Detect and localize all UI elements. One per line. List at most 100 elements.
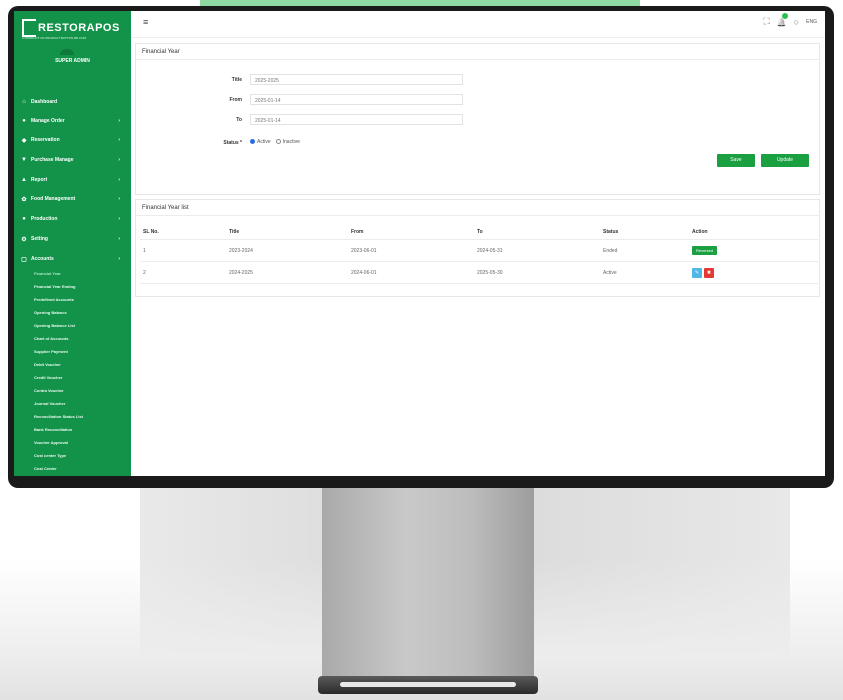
monitor-frame: RESTORAPOS A PRODUCT OF PRODUCT BUTTON B… — [8, 6, 834, 488]
user-icon[interactable]: ○ — [794, 17, 799, 27]
cell-title: 2023-2024 — [226, 239, 348, 262]
food-icon: ✿ — [21, 196, 27, 203]
cell-from: 2023-06-01 — [348, 239, 474, 262]
status-inactive-option[interactable]: Inactive — [275, 139, 300, 145]
monitor-stand — [322, 488, 534, 678]
language-selector[interactable]: ENG — [806, 19, 817, 25]
sidebar-subitem-opening-balance[interactable]: Opening Balance — [34, 310, 67, 315]
sidebar-item-report[interactable]: ▲ Report › — [20, 174, 126, 186]
cell-action: ✎ ✖ — [689, 261, 818, 284]
sidebar-subitem-financial-year-ending[interactable]: Financial Year Ending — [34, 284, 76, 289]
sidebar-item-label: Production — [31, 216, 58, 222]
radio-checked-icon — [250, 139, 255, 145]
monitor-base — [318, 676, 538, 694]
column-header-sl: SL No. — [140, 224, 226, 240]
chevron-right-icon: › — [118, 157, 120, 163]
notification-bell[interactable]: 🔔 — [776, 12, 788, 27]
sidebar-subitem-credit-voucher[interactable]: Credit Voucher — [34, 375, 62, 380]
sidebar-item-manage-order[interactable]: ● Manage Order › — [20, 115, 126, 127]
sidebar-subitem-journal-voucher[interactable]: Journal Voucher — [34, 401, 65, 406]
top-icons: ⛶ 🔔 ○ ENG — [763, 12, 817, 27]
title-label: Title — [231, 77, 242, 83]
cell-status: Ended — [600, 239, 689, 262]
cell-title: 2024-2025 — [226, 261, 348, 284]
financial-year-table: SL No. Title From To Status Action 1 202… — [140, 224, 818, 284]
cell-to: 2024-05-31 — [474, 239, 600, 262]
gear-icon: ⚙ — [21, 236, 27, 243]
chevron-right-icon: › — [118, 177, 120, 183]
sidebar-item-food-management[interactable]: ✿ Food Management › — [20, 193, 126, 205]
to-date-input[interactable]: 2025-01-14 — [250, 114, 463, 125]
logo-mark — [22, 19, 36, 37]
sidebar-subitem-reconciliation-status-list[interactable]: Reconciliation Status List — [34, 414, 83, 419]
production-icon: ● — [22, 216, 26, 222]
logo-text: RESTORAPOS — [38, 22, 120, 34]
reservation-icon: ◆ — [21, 137, 27, 144]
sidebar-item-accounts[interactable]: ▢ Accounts › — [20, 253, 126, 265]
status-label: Status * — [223, 140, 242, 146]
reversed-button[interactable]: Reversed — [692, 246, 718, 255]
sidebar-subitem-supplier-payment[interactable]: Supplier Payment — [34, 349, 68, 354]
sidebar-subitem-cost-center[interactable]: Cost Center — [34, 466, 57, 471]
chart-icon: ▲ — [21, 177, 27, 183]
top-bar: ≡ ⛶ 🔔 ○ ENG — [131, 11, 825, 38]
sidebar-subitem-opening-balance-list[interactable]: Opening Balance List — [34, 323, 75, 328]
sidebar-subitem-voucher-approval[interactable]: Voucher Approval — [34, 440, 68, 445]
column-header-to: To — [474, 224, 600, 240]
sidebar-subitem-financial-year[interactable]: Financial Year — [34, 271, 61, 276]
table-row: 1 2023-2024 2023-06-01 2024-05-31 Ended … — [140, 239, 818, 262]
from-date-input[interactable]: 2025-01-14 — [250, 94, 463, 105]
cell-action: Reversed — [689, 239, 818, 262]
delete-icon[interactable]: ✖ — [704, 267, 714, 278]
list-heading: Financial Year list — [136, 200, 819, 216]
chevron-right-icon: › — [118, 137, 120, 143]
sidebar-subitem-contra-voucher[interactable]: Contra Voucher — [34, 388, 64, 393]
update-button[interactable]: Update — [761, 154, 809, 167]
sidebar-item-label: Accounts — [31, 256, 54, 262]
chevron-right-icon: › — [118, 236, 120, 242]
chevron-down-icon: › — [118, 256, 120, 262]
title-input[interactable]: 2025-2025 — [250, 74, 463, 85]
column-header-title: Title — [226, 224, 348, 240]
status-active-label: Active — [257, 139, 271, 145]
menu-icon[interactable]: ≡ — [143, 17, 148, 27]
order-icon: ● — [22, 118, 26, 124]
status-active-option[interactable]: Active — [250, 139, 271, 145]
sidebar-subitem-cost-center-type[interactable]: Cost center Type — [34, 453, 66, 458]
chevron-right-icon: › — [118, 216, 120, 222]
column-header-status: Status — [600, 224, 689, 240]
cell-to: 2025-05-30 — [474, 261, 600, 284]
sidebar-subitem-chart-of-accounts[interactable]: Chart of Accounts — [34, 336, 69, 341]
sidebar-item-label: Purchase Manage — [31, 157, 74, 163]
sidebar-item-reservation[interactable]: ◆ Reservation › — [20, 134, 126, 146]
sidebar-item-label: Setting — [31, 236, 48, 242]
fullscreen-icon[interactable]: ⛶ — [763, 16, 769, 27]
notification-dot — [781, 12, 788, 19]
home-icon: ⌂ — [22, 99, 26, 105]
sidebar-item-dashboard[interactable]: ⌂ Dashboard — [20, 96, 126, 108]
sidebar: RESTORAPOS A PRODUCT OF PRODUCT BUTTON B… — [14, 11, 131, 476]
chevron-right-icon: › — [118, 118, 120, 124]
chevron-right-icon: › — [118, 196, 120, 202]
sidebar-subitem-debit-voucher[interactable]: Debit Voucher — [34, 362, 61, 367]
user-role: SUPER ADMIN — [55, 58, 90, 64]
cell-sl: 1 — [140, 239, 226, 262]
sidebar-subitem-predefined-accounts[interactable]: Predefined Accounts — [34, 297, 74, 302]
bell-icon: 🔔 — [776, 17, 787, 27]
cell-from: 2024-06-01 — [348, 261, 474, 284]
cart-icon: ▼ — [21, 157, 27, 163]
sidebar-item-label: Reservation — [31, 137, 60, 143]
save-button[interactable]: Save — [717, 154, 755, 167]
edit-icon[interactable]: ✎ — [692, 267, 702, 278]
sidebar-item-setting[interactable]: ⚙ Setting › — [20, 233, 126, 245]
sidebar-item-label: Report — [31, 177, 48, 183]
sidebar-item-production[interactable]: ● Production › — [20, 213, 126, 225]
cell-sl: 2 — [140, 261, 226, 284]
radio-unchecked-icon — [275, 139, 281, 145]
sidebar-subitem-bank-reconciliation[interactable]: Bank Reconciliation — [34, 427, 72, 432]
sidebar-item-purchase-manage[interactable]: ▼ Purchase Manage › — [20, 154, 126, 166]
column-header-from: From — [348, 224, 474, 240]
sidebar-item-label: Manage Order — [31, 118, 65, 124]
from-label: From — [229, 97, 243, 103]
app-screen: RESTORAPOS A PRODUCT OF PRODUCT BUTTON B… — [14, 11, 825, 476]
